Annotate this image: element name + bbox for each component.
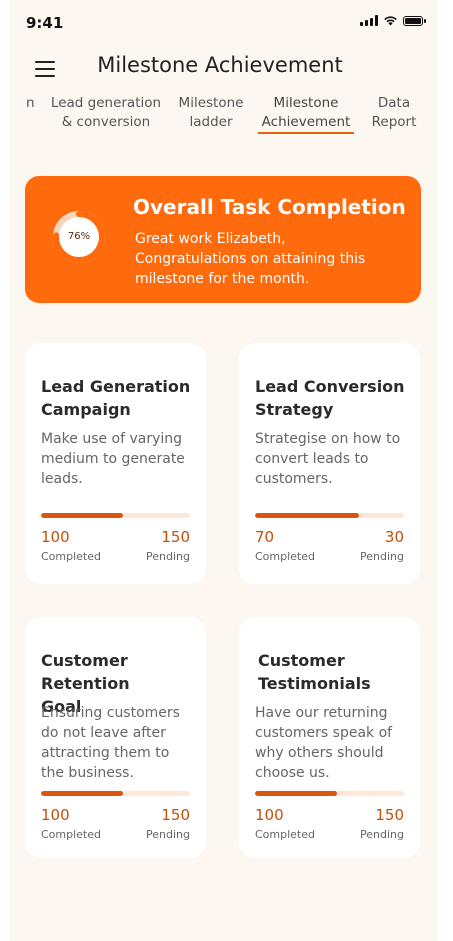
milestone-card[interactable]: Lead Generation Campaign Make use of var… <box>25 343 206 584</box>
pending-count: 150 <box>161 528 190 546</box>
tab-partial[interactable]: n <box>26 94 35 113</box>
wifi-icon <box>384 16 397 26</box>
card-progress-bar <box>41 513 190 518</box>
pending-label: Pending <box>146 550 190 563</box>
card-progress-bar <box>255 791 404 796</box>
completion-progress-ring: 76% <box>51 209 107 265</box>
card-progress-bar <box>255 513 404 518</box>
completed-label: Completed <box>255 828 315 841</box>
card-title: Lead Conversion Strategy <box>255 377 405 419</box>
pending-label: Pending <box>146 828 190 841</box>
tab-lead-generation-conversion[interactable]: Lead generation & conversion <box>48 94 164 132</box>
card-description: Make use of varying medium to generate l… <box>41 431 185 487</box>
pending-label: Pending <box>360 828 404 841</box>
app-screen: 9:41 Milestone Achievement n Lead genera… <box>10 0 437 941</box>
card-progress-fill <box>255 513 360 518</box>
status-icons <box>360 15 426 26</box>
status-time: 9:41 <box>26 14 64 32</box>
milestone-card[interactable]: Customer Retention Goal Ensuring custome… <box>25 617 206 858</box>
pending-label: Pending <box>360 550 404 563</box>
completed-label: Completed <box>41 550 101 563</box>
card-title: Customer Testimonials <box>258 651 371 693</box>
card-description: Strategise on how to convert leads to cu… <box>255 431 401 487</box>
pending-count: 30 <box>384 528 404 546</box>
milestone-card[interactable]: Customer Testimonials Have our returning… <box>239 617 420 858</box>
tab-milestone-ladder[interactable]: Milestone ladder <box>174 94 248 132</box>
battery-icon <box>403 15 426 26</box>
pending-count: 150 <box>161 806 190 824</box>
tab-bar: n Lead generation & conversion Milestone… <box>10 94 437 138</box>
completed-label: Completed <box>41 828 101 841</box>
card-progress-fill <box>41 791 123 796</box>
pending-count: 150 <box>375 806 404 824</box>
card-progress-fill <box>41 513 123 518</box>
status-bar: 9:41 <box>10 0 437 44</box>
page-title: Milestone Achievement <box>97 53 343 77</box>
completed-count: 100 <box>41 806 70 824</box>
card-description: Have our returning customers speak of wh… <box>255 705 393 781</box>
card-progress-bar <box>41 791 190 796</box>
tab-milestone-achievement[interactable]: Milestone Achievement <box>258 94 354 132</box>
tab-data-report[interactable]: Data Report <box>366 94 422 132</box>
completed-count: 70 <box>255 528 275 546</box>
banner-message: Great work Elizabeth, Congratulations on… <box>135 231 366 287</box>
completed-count: 100 <box>255 806 284 824</box>
active-tab-indicator <box>258 132 354 134</box>
hamburger-menu-icon[interactable] <box>35 61 55 77</box>
completed-label: Completed <box>255 550 315 563</box>
card-progress-fill <box>255 791 337 796</box>
card-description: Ensuring customers do not leave after at… <box>41 705 180 781</box>
milestone-card[interactable]: Lead Conversion Strategy Strategise on h… <box>239 343 420 584</box>
overall-completion-banner: 76% Overall Task Completion Great work E… <box>25 176 421 303</box>
completed-count: 100 <box>41 528 70 546</box>
banner-title: Overall Task Completion <box>133 195 406 219</box>
signal-icon <box>360 15 378 26</box>
completion-percent-label: 76% <box>67 231 91 242</box>
card-title: Lead Generation Campaign <box>41 377 191 419</box>
